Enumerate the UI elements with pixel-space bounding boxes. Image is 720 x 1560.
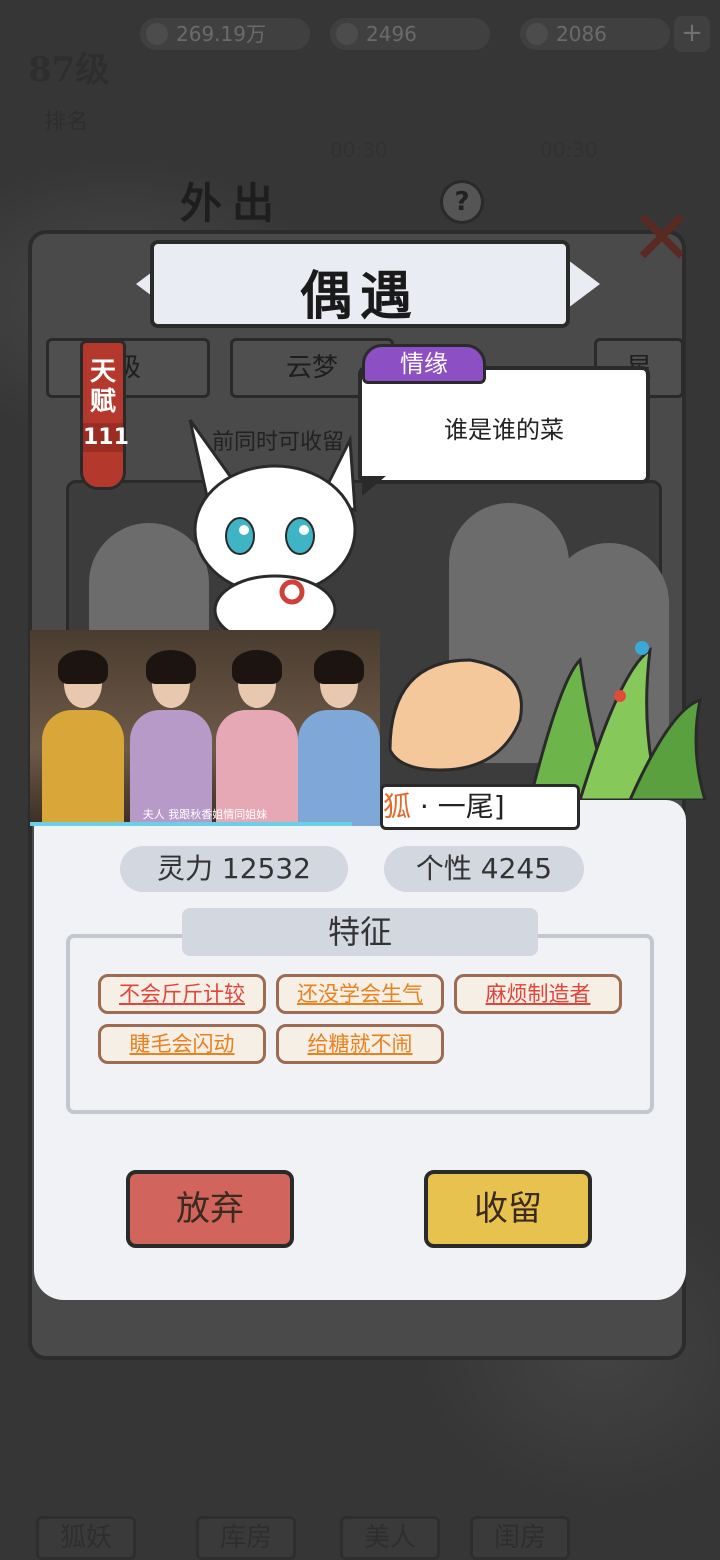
personality-stat: 个性 4245 <box>384 846 584 892</box>
video-subtitle: 夫人 我跟秋香姐情同姐妹 <box>142 808 268 821</box>
nav-chamber[interactable]: 闺房 <box>470 1516 570 1560</box>
spirit-stat: 灵力 12532 <box>120 846 348 892</box>
speech-text: 谁是谁的菜 <box>444 416 564 444</box>
gem-icon <box>336 23 358 45</box>
resource-ticket: 2086 <box>520 18 670 50</box>
trait-tag[interactable]: 给糖就不闹 <box>276 1024 444 1064</box>
grass-illustration <box>528 641 707 800</box>
person-figure <box>38 646 128 826</box>
talent-value: 111 <box>83 423 129 452</box>
trait-tag[interactable]: 不会斤斤计较 <box>98 974 266 1014</box>
tab-1[interactable]: 极 <box>46 338 210 398</box>
talent-label: 天赋 <box>89 357 116 417</box>
trait-tag[interactable]: 睫毛会闪动 <box>98 1024 266 1064</box>
help-icon[interactable]: ? <box>440 180 484 224</box>
banner-title: 偶遇 <box>299 266 420 327</box>
player-level: 87级 <box>28 50 110 90</box>
fox-character <box>188 419 357 640</box>
encounter-banner: 偶遇 <box>150 240 570 328</box>
person-figure <box>294 646 380 826</box>
trait-tag[interactable]: 还没学会生气 <box>276 974 444 1014</box>
trait-tag[interactable]: 麻烦制造者 <box>454 974 622 1014</box>
timer-1: 00:30 <box>330 138 388 162</box>
video-thumbnail[interactable]: 夫人 我跟秋香姐情同姐妹 <box>30 630 380 826</box>
nav-beauty[interactable]: 美人 <box>340 1516 440 1560</box>
top-bar: 87级 269.19万 2496 2086 + 排名 00:30 00:30 <box>0 0 720 162</box>
person-figure <box>126 646 216 826</box>
coin-icon <box>146 23 168 45</box>
resource-gold: 269.19万 <box>140 18 310 50</box>
video-progress-bar[interactable] <box>30 822 352 826</box>
keep-button[interactable]: 收留 <box>424 1170 592 1248</box>
fox-name: 狐 · 一尾] <box>380 784 580 830</box>
speech-tag: 情缘 <box>362 344 486 384</box>
speech-tail <box>362 476 386 496</box>
ticket-icon <box>526 23 548 45</box>
talent-badge: 天赋 111 <box>80 340 129 490</box>
bottom-nav: 狐妖 库房 美人 闺房 <box>0 1500 720 1560</box>
resource-gem: 2496 <box>330 18 490 50</box>
timer-2: 00:30 <box>540 138 598 162</box>
nav-fox[interactable]: 狐妖 <box>36 1516 136 1560</box>
add-resource-button[interactable]: + <box>674 16 710 52</box>
outing-title: 外出 <box>180 179 285 228</box>
traits-header: 特征 <box>182 908 538 956</box>
abandon-button[interactable]: 放弃 <box>126 1170 294 1248</box>
fox-tail <box>388 658 523 772</box>
rank-label: 排名 <box>44 110 89 135</box>
nav-storage[interactable]: 库房 <box>196 1516 296 1560</box>
person-figure <box>212 646 302 826</box>
close-icon[interactable]: ✕ <box>630 200 694 276</box>
